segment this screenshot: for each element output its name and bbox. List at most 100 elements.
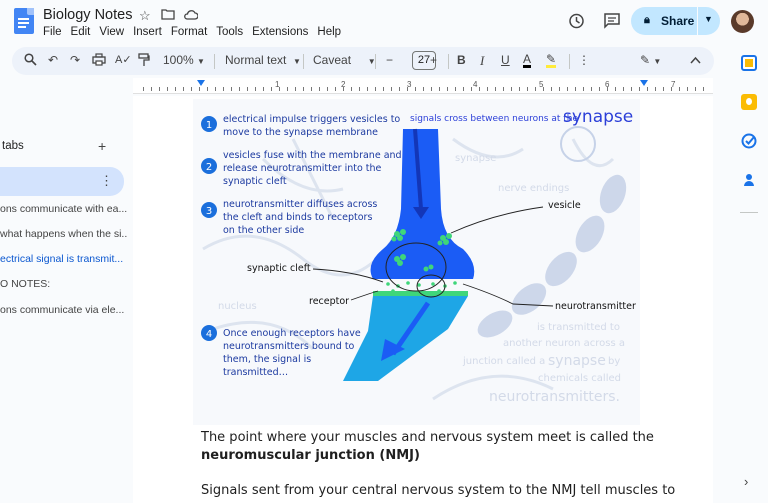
- ruler-tick: [543, 87, 544, 91]
- outline-item[interactable]: O NOTES:: [0, 278, 128, 290]
- comments-icon[interactable]: [603, 12, 621, 35]
- menu-format[interactable]: Format: [171, 26, 207, 38]
- keep-icon[interactable]: [741, 94, 757, 110]
- ruler-tick: [351, 87, 352, 91]
- chevron-down-icon: ▼: [293, 57, 301, 66]
- step-text: move to the synapse membrane: [223, 127, 378, 138]
- menu-file[interactable]: File: [43, 26, 62, 38]
- search-menus-icon[interactable]: [24, 53, 37, 69]
- paint-format-icon[interactable]: [138, 53, 150, 70]
- text-color-icon[interactable]: A: [523, 53, 532, 68]
- cloud-status-icon[interactable]: [183, 8, 199, 23]
- share-button[interactable]: 🔒︎ Share ▼: [631, 7, 720, 35]
- ruler[interactable]: 1 2 3 4 5 6 7: [133, 78, 713, 94]
- star-icon[interactable]: ☆: [139, 8, 151, 24]
- ruler-tick: [519, 87, 520, 91]
- zoom-select[interactable]: 100% ▼: [163, 53, 205, 67]
- outline-item-active[interactable]: ectrical signal is transmit...: [0, 253, 128, 265]
- docs-logo-icon[interactable]: [14, 8, 34, 34]
- ruler-tick: [295, 87, 296, 91]
- ruler-tick: [415, 87, 416, 91]
- ruler-tick: [623, 87, 624, 91]
- paragraph-line: The point where your muscles and nervous…: [201, 430, 654, 445]
- ruler-tick: [223, 87, 224, 91]
- italic-icon[interactable]: I: [480, 53, 484, 69]
- add-tab-icon[interactable]: +: [98, 138, 106, 154]
- ruler-tick: [191, 87, 192, 91]
- ruler-tick: [231, 87, 232, 91]
- synapse-illustration[interactable]: synapse nerve endings nucleus is transmi…: [193, 99, 640, 425]
- tasks-icon[interactable]: [741, 133, 757, 149]
- contacts-icon[interactable]: [741, 172, 757, 188]
- menu-extensions[interactable]: Extensions: [252, 26, 308, 38]
- ruler-tick: [575, 87, 576, 91]
- document-title[interactable]: Biology Notes: [43, 7, 132, 23]
- menu-tools[interactable]: Tools: [216, 26, 243, 38]
- ruler-tick: [423, 87, 424, 91]
- highlight-color-icon[interactable]: ✎: [546, 53, 557, 68]
- redo-icon[interactable]: ↷: [70, 53, 80, 67]
- editing-mode-icon[interactable]: ✎ ▼: [640, 53, 661, 67]
- bg-word: synapse: [548, 353, 606, 369]
- label-receptor: receptor: [309, 296, 349, 307]
- underline-icon[interactable]: U: [501, 53, 510, 67]
- ruler-tick: [151, 87, 152, 91]
- ruler-tick: [567, 87, 568, 91]
- increase-font-size-button[interactable]: +: [430, 53, 437, 67]
- illustration-header-big: synapse: [563, 107, 633, 127]
- history-icon[interactable]: [567, 12, 585, 35]
- right-indent-marker[interactable]: [640, 80, 648, 86]
- ruler-tick: [383, 87, 384, 91]
- active-tab[interactable]: ⋮: [0, 167, 124, 196]
- chevron-right-icon[interactable]: ›: [744, 474, 748, 489]
- font-select[interactable]: Caveat ▼: [313, 53, 376, 67]
- outline-item[interactable]: ons communicate via ele...: [0, 304, 128, 316]
- step-text: vesicles fuse with the membrane and: [223, 150, 402, 161]
- left-indent-marker[interactable]: [197, 80, 205, 86]
- chevron-down-icon[interactable]: ▼: [704, 14, 713, 24]
- outline-item[interactable]: ons communicate with ea...: [0, 203, 128, 215]
- side-panel: ›: [734, 44, 768, 503]
- step-text: on the other side: [223, 225, 304, 236]
- bg-word: nucleus: [218, 301, 257, 312]
- ruler-tick: [391, 87, 392, 91]
- avatar[interactable]: [731, 10, 754, 33]
- calendar-icon[interactable]: [741, 55, 757, 71]
- ruler-tick: [399, 87, 400, 91]
- bold-icon[interactable]: B: [457, 53, 466, 67]
- ruler-tick: [631, 87, 632, 91]
- step-number: 2: [206, 162, 212, 173]
- outline-item[interactable]: what happens when the si...: [0, 228, 128, 240]
- decrease-font-size-button[interactable]: −: [386, 53, 393, 67]
- menu-insert[interactable]: Insert: [133, 26, 162, 38]
- document-tabs-sidebar: tabs + ⋮ ons communicate with ea... what…: [0, 96, 133, 503]
- document-page[interactable]: synapse nerve endings nucleus is transmi…: [133, 96, 713, 503]
- style-select[interactable]: Normal text ▼: [225, 53, 301, 67]
- menu-edit[interactable]: Edit: [71, 26, 91, 38]
- ruler-tick: [503, 87, 504, 91]
- ruler-tick: [487, 87, 488, 91]
- ruler-tick: [335, 87, 336, 91]
- ruler-tick: [367, 87, 368, 91]
- hide-menus-icon[interactable]: [690, 53, 701, 67]
- zoom-value: 100%: [163, 53, 194, 67]
- ruler-tick: [175, 87, 176, 91]
- more-options-icon[interactable]: ⋮: [100, 173, 113, 189]
- ruler-tick: [327, 87, 328, 91]
- spellcheck-icon[interactable]: A✓: [115, 53, 132, 66]
- print-icon[interactable]: [92, 53, 106, 69]
- menu-view[interactable]: View: [99, 26, 124, 38]
- ruler-tick: [271, 87, 272, 91]
- more-options-icon[interactable]: ⋮: [578, 53, 590, 67]
- move-folder-icon[interactable]: [161, 8, 175, 23]
- ruler-tick: [447, 87, 448, 91]
- undo-icon[interactable]: ↶: [48, 53, 58, 67]
- step-number: 4: [206, 329, 212, 340]
- ruler-tick: [695, 87, 696, 91]
- menu-help[interactable]: Help: [317, 26, 341, 38]
- ruler-tick: [303, 87, 304, 91]
- paragraph-line-bold: neuromuscular junction (NMJ): [201, 448, 420, 463]
- ruler-tick: [279, 87, 280, 91]
- font-value: Caveat: [313, 53, 352, 67]
- step-text: them, the signal is: [223, 354, 311, 365]
